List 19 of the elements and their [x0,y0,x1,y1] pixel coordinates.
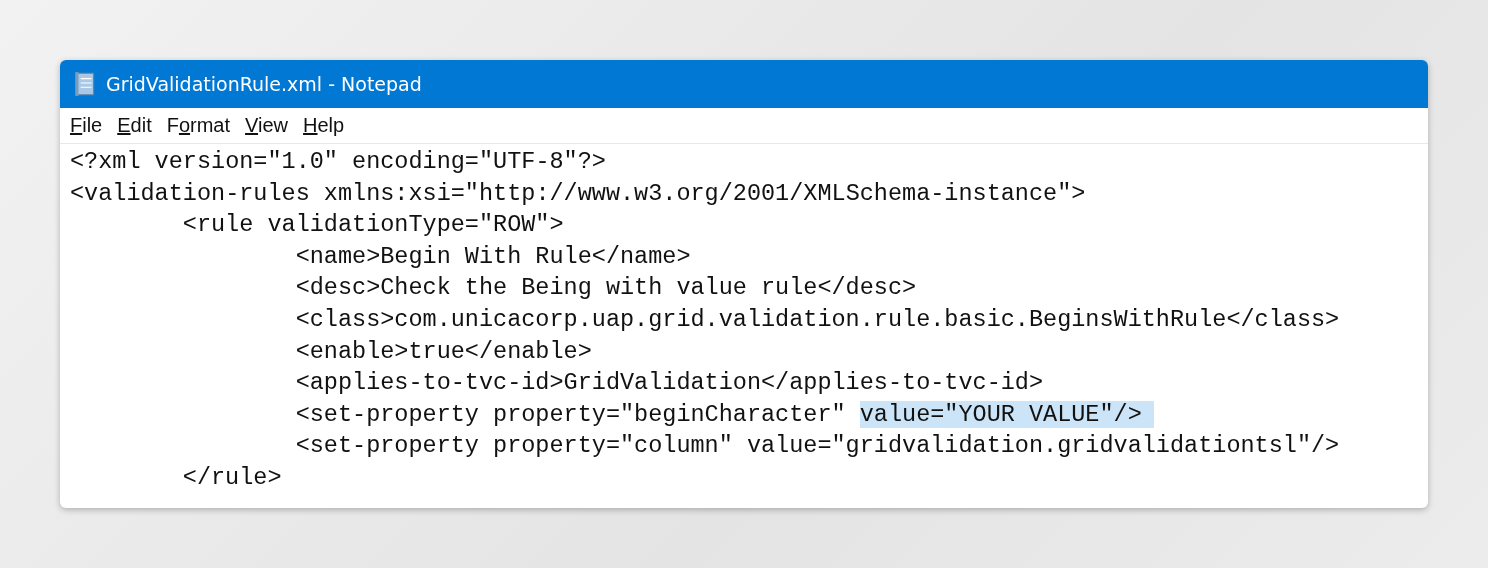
menu-item[interactable]: File [64,112,109,139]
code-line: <set-property property="column" value="gridvalidation.gridvalidationtsl"/> [295,432,1340,460]
code-line: <name>Begin With Rule</name> [295,242,691,270]
notepad-icon [74,71,96,97]
code-line: <desc>Check the Being with value rule</desc> [295,274,917,302]
code-line: <rule validationType="ROW"> [182,211,564,239]
code-line: <validation-rules xmlns:xsi="http://www.w3.org/2001/XMLSchema-instance"> [70,179,1086,207]
selected-text: value="YOUR VALUE"/> [859,400,1154,428]
menu-item[interactable]: Format [160,112,237,139]
code-line: <class>com.unicacorp.uap.grid.validation.rule.basic.BeginsWithRule</class> [295,305,1340,333]
menu-item[interactable]: View [239,112,295,139]
menu-item[interactable]: Help [297,112,351,139]
code-line: <enable>true</enable> [295,337,592,365]
menu-item[interactable]: Edit [111,112,158,139]
code-line: <applies-to-tvc-id>GridValidation</applies-to-tvc-id> [295,369,1044,397]
code-line: <?xml version="1.0" encoding="UTF-8"?> [70,148,606,175]
code-line: </rule> [182,463,282,491]
code-line: <set-property property="beginCharacter" value="YOUR VALUE"/> [295,400,1154,428]
window-title: GridValidationRule.xml - Notepad [106,73,422,95]
